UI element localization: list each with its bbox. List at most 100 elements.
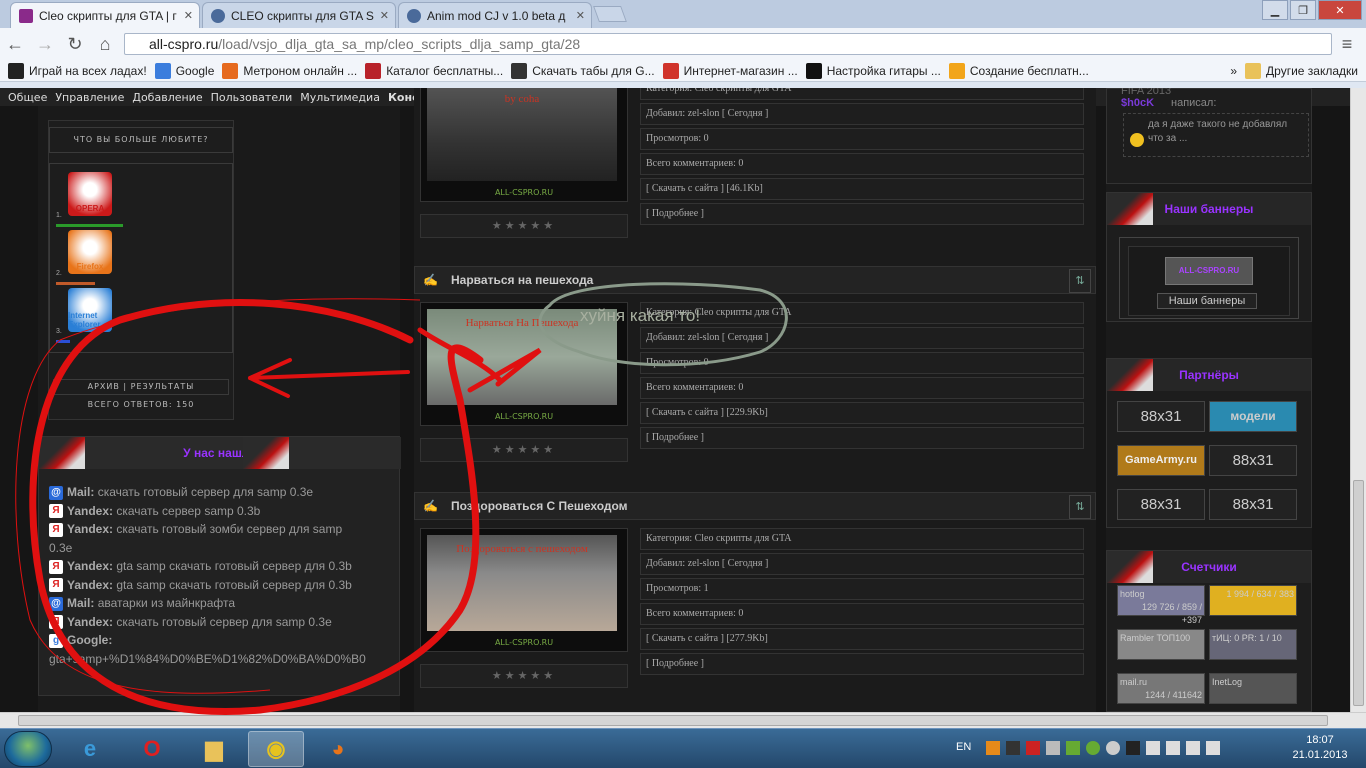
other-bookmarks[interactable]: Другие закладки <box>1245 62 1358 79</box>
chrome-icon[interactable]: ◉ <box>248 731 304 767</box>
explorer-icon[interactable]: ▆ <box>186 731 242 767</box>
forward-button[interactable]: → <box>34 33 56 55</box>
entry-title[interactable]: Нарваться на пешехода <box>451 273 593 287</box>
close-tab-icon[interactable]: ✕ <box>576 9 585 22</box>
search-query-item[interactable]: @ Mail: скачать готовый сервер для samp 0… <box>49 485 313 500</box>
chat-user[interactable]: $h0cK <box>1121 97 1154 109</box>
bookmark-item[interactable]: Каталог бесплатны... <box>365 62 503 79</box>
partner-banner[interactable]: модели <box>1209 401 1297 432</box>
banner-logo[interactable]: ALL-CSPRO.RU <box>1165 257 1253 285</box>
tab-title: Cleo скрипты для GTA | г <box>39 8 177 23</box>
sort-arrows-icon[interactable]: ⇅ <box>1069 495 1091 519</box>
search-query-text: скачать готовый сервер для samp 0.3e <box>116 614 332 629</box>
home-button[interactable]: ⌂ <box>94 33 116 55</box>
entry-info-row[interactable]: [ Скачать с сайта ] [46.1Kb] <box>640 178 1084 200</box>
search-engine-name: Yandex: <box>67 577 114 592</box>
search-query-item[interactable]: Я Yandex: скачать сервер samp 0.3b <box>49 504 260 519</box>
tab-cleo-scripts[interactable]: Cleo скрипты для GTA | г ✕ <box>10 2 200 28</box>
close-tab-icon[interactable]: ✕ <box>184 9 193 22</box>
browser-chrome: Cleo скрипты для GTA | г ✕ CLEO скрипты … <box>0 0 1366 88</box>
menu-wrench-icon[interactable]: ≡ <box>1336 33 1358 55</box>
rating-stars[interactable]: ★★★★★ <box>420 438 628 462</box>
bookmark-item[interactable]: Играй на всех ладах! <box>8 62 147 79</box>
opera-icon[interactable]: O <box>124 731 180 767</box>
bookmark-item[interactable]: Настройка гитары ... <box>805 62 941 79</box>
entry-info-row[interactable]: [ Подробнее ] <box>640 653 1084 675</box>
horizontal-scroll-thumb[interactable] <box>18 715 1328 726</box>
poll-result-bar <box>56 340 70 343</box>
search-query-item[interactable]: Я Yandex: gta samp скачать готовый сервер… <box>49 559 352 574</box>
entry-thumbnail[interactable]: by coha ALL-CSPRO.RU <box>420 88 628 202</box>
entry-info-row[interactable]: [ Подробнее ] <box>640 427 1084 449</box>
bookmark-icon <box>8 62 24 79</box>
search-query-item[interactable]: 0.3e <box>49 541 72 555</box>
poll-option-number: 1. <box>56 212 62 219</box>
sort-arrows-icon[interactable]: ⇅ <box>1069 269 1091 293</box>
search-query-item[interactable]: gta+samp+%D1%84%D0%BE%D1%82%D0%BA%D0%B0 <box>49 652 366 666</box>
search-query-item[interactable]: @ Mail: аватарки из майнкрафта <box>49 596 235 611</box>
partner-banner[interactable]: 88x31 <box>1209 489 1297 520</box>
poll-total: ВСЕГО ОТВЕТОВ: 150 <box>87 400 195 409</box>
counter-badge[interactable]: Rambler ТОП100 <box>1117 629 1205 660</box>
language-indicator[interactable]: EN <box>956 741 971 753</box>
new-tab-button[interactable] <box>593 6 627 22</box>
counter-badge[interactable]: hotlog 129 726 / 859 / +397 <box>1117 585 1205 625</box>
partner-banner[interactable]: 88x31 <box>1117 489 1205 520</box>
counter-badge[interactable]: 1 994 / 634 / 383 <box>1209 585 1297 616</box>
tab-cleo-scripts-2[interactable]: CLEO скрипты для GTA S ✕ <box>202 2 396 28</box>
entry-title[interactable]: Поздороваться С Пешеходом <box>451 499 628 513</box>
tab-anim-mod[interactable]: Anim mod CJ v 1.0 beta д ✕ <box>398 2 592 28</box>
admin-nav-item[interactable]: Пользователи <box>211 91 293 104</box>
bookmark-item[interactable]: Метроном онлайн ... <box>222 62 357 79</box>
vertical-scroll-thumb[interactable] <box>1353 480 1364 706</box>
search-query-item[interactable]: Я Yandex: скачать готовый зомби сервер дл… <box>49 522 342 537</box>
bookmark-item[interactable]: Интернет-магазин ... <box>662 62 798 79</box>
minimize-button[interactable]: ▁ <box>1262 0 1288 20</box>
bookmark-item[interactable]: Скачать табы для G... <box>511 62 655 79</box>
search-query-item[interactable]: g Google: <box>49 633 112 648</box>
rating-stars[interactable]: ★★★★★ <box>420 664 628 688</box>
counter-label: InetLog <box>1212 677 1243 687</box>
screenshot-image: Поздороваться с пешеходом <box>427 535 617 631</box>
address-bar[interactable]: all-cspro.ru/load/vsjo_dlja_gta_sa_mp/cl… <box>124 33 1332 55</box>
admin-nav-item[interactable]: Добавление <box>132 91 202 104</box>
bookmark-item[interactable]: Google <box>154 62 214 79</box>
admin-nav-item[interactable]: Общее <box>8 91 47 104</box>
system-tray-icons[interactable] <box>986 741 1280 757</box>
search-engine-name: Yandex: <box>67 522 114 536</box>
ie-icon[interactable]: e <box>62 731 118 767</box>
poll-result-bar <box>56 282 95 285</box>
close-window-button[interactable]: ✕ <box>1318 0 1362 20</box>
firefox-icon[interactable]: ◕ <box>310 731 366 767</box>
counter-badge[interactable]: InetLog <box>1209 673 1297 704</box>
vertical-scrollbar[interactable] <box>1350 88 1366 712</box>
search-query-item[interactable]: Я Yandex: скачать готовый сервер для samp… <box>49 615 332 630</box>
system-clock[interactable]: 18:07 21.01.2013 <box>1290 733 1350 763</box>
horizontal-scrollbar[interactable] <box>0 712 1366 728</box>
bookmark-item[interactable]: Создание бесплатн... <box>948 62 1089 79</box>
poll-archive-link[interactable]: АРХИВ | РЕЗУЛЬТАТЫ <box>53 379 229 395</box>
entry-info-row[interactable]: [ Подробнее ] <box>640 203 1084 225</box>
admin-nav-item[interactable]: Управление <box>55 91 124 104</box>
counter-badge[interactable]: тИЦ: 0 PR: 1 / 10 <box>1209 629 1297 660</box>
entry-info-row[interactable]: [ Скачать с сайта ] [277.9Kb] <box>640 628 1084 650</box>
close-tab-icon[interactable]: ✕ <box>380 9 389 22</box>
counter-badge[interactable]: mail.ru 1244 / 411642 <box>1117 673 1205 704</box>
partner-banner[interactable]: 88x31 <box>1209 445 1297 476</box>
search-query-item[interactable]: Я Yandex: gta samp скачать готовый сервер… <box>49 578 352 593</box>
reload-button[interactable]: ↻ <box>64 33 86 55</box>
back-button[interactable]: ← <box>4 33 26 55</box>
maximize-button[interactable]: ❐ <box>1290 0 1316 20</box>
url-path: /load/vsjo_dlja_gta_sa_mp/cleo_scripts_d… <box>218 36 581 52</box>
thumbnail-caption: ALL-CSPRO.RU <box>494 412 554 421</box>
entry-info-row[interactable]: [ Скачать с сайта ] [229.9Kb] <box>640 402 1084 424</box>
rating-stars[interactable]: ★★★★★ <box>420 214 628 238</box>
partner-banner[interactable]: GameArmy.ru <box>1117 445 1205 476</box>
yandex-icon: Я <box>49 578 63 593</box>
admin-nav-item[interactable]: Мультимедиа <box>300 91 380 104</box>
mail-icon: @ <box>49 596 63 611</box>
entry-thumbnail[interactable]: Поздороваться с пешеходом ALL-CSPRO.RU <box>420 528 628 652</box>
start-button[interactable] <box>4 731 52 767</box>
bookmarks-overflow-icon[interactable]: » <box>1230 64 1237 78</box>
partner-banner[interactable]: 88x31 <box>1117 401 1205 432</box>
